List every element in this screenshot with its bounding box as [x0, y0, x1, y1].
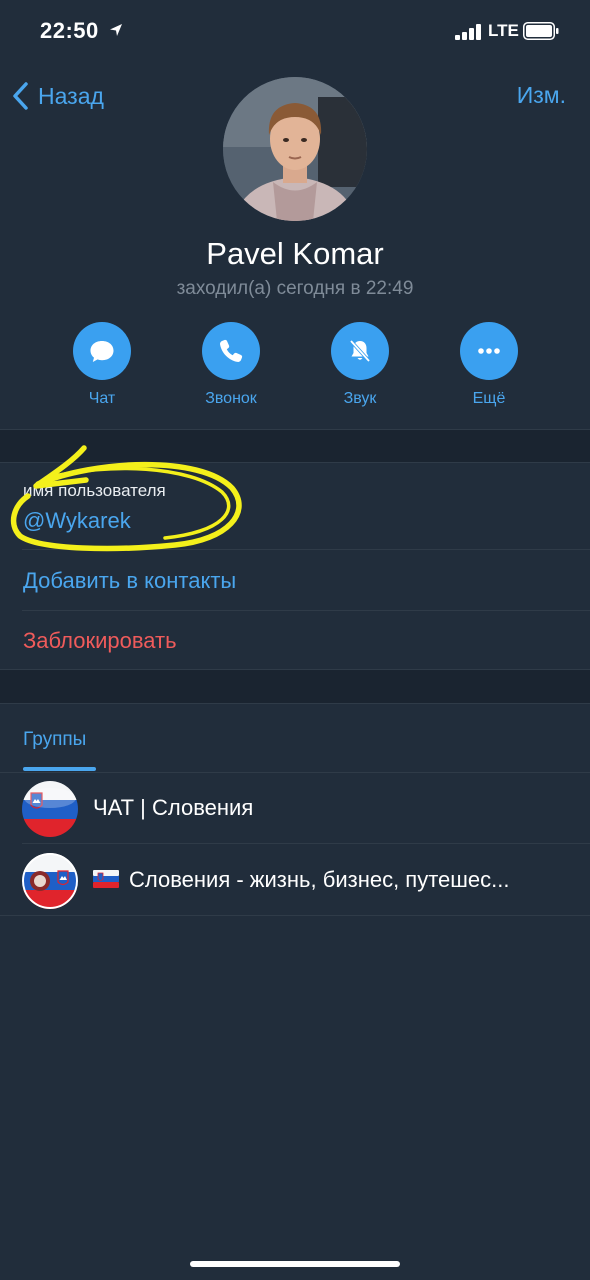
back-label: Назад — [38, 82, 104, 109]
edit-button[interactable]: Изм. — [517, 82, 566, 109]
profile-name: Pavel Komar — [206, 236, 384, 271]
phone-icon — [220, 339, 243, 362]
more-dots-icon — [478, 348, 500, 354]
call-button[interactable]: Звонок — [171, 322, 291, 408]
call-button-circle — [202, 322, 260, 380]
group-name: ЧАТ | Словения — [93, 795, 254, 820]
battery-icon — [523, 22, 559, 40]
group-name-text: Словения - жизнь, бизнес, путешес... — [129, 867, 510, 892]
slovenia-flag-avatar — [22, 781, 78, 837]
add-to-contacts-button[interactable]: Добавить в контакты — [23, 568, 236, 594]
slovenia-flag-emoji-icon — [93, 870, 119, 889]
divider — [0, 429, 590, 430]
mute-button[interactable]: Звук — [300, 322, 420, 408]
more-button-circle — [460, 322, 518, 380]
username-value[interactable]: @Wykarek — [23, 508, 131, 534]
call-button-label: Звонок — [205, 390, 257, 407]
tab-groups[interactable]: Группы — [23, 729, 86, 751]
chat-button-circle — [73, 322, 131, 380]
tab-groups-indicator — [23, 767, 96, 771]
bell-muted-icon — [349, 339, 371, 363]
section-separator — [0, 670, 590, 703]
last-seen-status: заходил(а) сегодня в 22:49 — [176, 278, 414, 299]
more-button[interactable]: Ещё — [429, 322, 549, 408]
mute-button-label: Звук — [343, 390, 377, 407]
divider — [22, 843, 590, 844]
section-separator — [0, 430, 590, 463]
group-item[interactable]: Словения - жизнь, бизнес, путешес... — [0, 845, 590, 915]
username-label: имя пользователя — [23, 481, 166, 500]
network-type: LTE — [488, 21, 519, 40]
signal-bars-icon — [455, 24, 481, 40]
divider — [22, 610, 590, 611]
avatar-photo — [223, 77, 367, 221]
divider — [0, 462, 590, 463]
block-user-button[interactable]: Заблокировать — [23, 628, 177, 654]
mute-button-circle — [331, 322, 389, 380]
divider — [0, 703, 590, 704]
chat-button-label: Чат — [88, 390, 116, 407]
divider — [0, 915, 590, 916]
status-time: 22:50 — [40, 18, 99, 43]
more-button-label: Ещё — [472, 390, 506, 407]
group-item[interactable]: ЧАТ | Словения — [0, 773, 590, 843]
status-bar: 22:50 LTE — [0, 0, 590, 66]
group-name: Словения - жизнь, бизнес, путешес... — [93, 867, 510, 893]
slovenia-logo-avatar — [22, 853, 78, 909]
chat-bubble-icon — [90, 341, 114, 362]
chevron-left-icon — [13, 82, 28, 110]
divider — [22, 549, 590, 550]
location-arrow-icon — [110, 24, 122, 36]
profile-avatar[interactable] — [223, 77, 367, 221]
home-indicator[interactable] — [190, 1261, 400, 1267]
back-button[interactable]: Назад — [10, 80, 104, 112]
chat-button[interactable]: Чат — [42, 322, 162, 408]
